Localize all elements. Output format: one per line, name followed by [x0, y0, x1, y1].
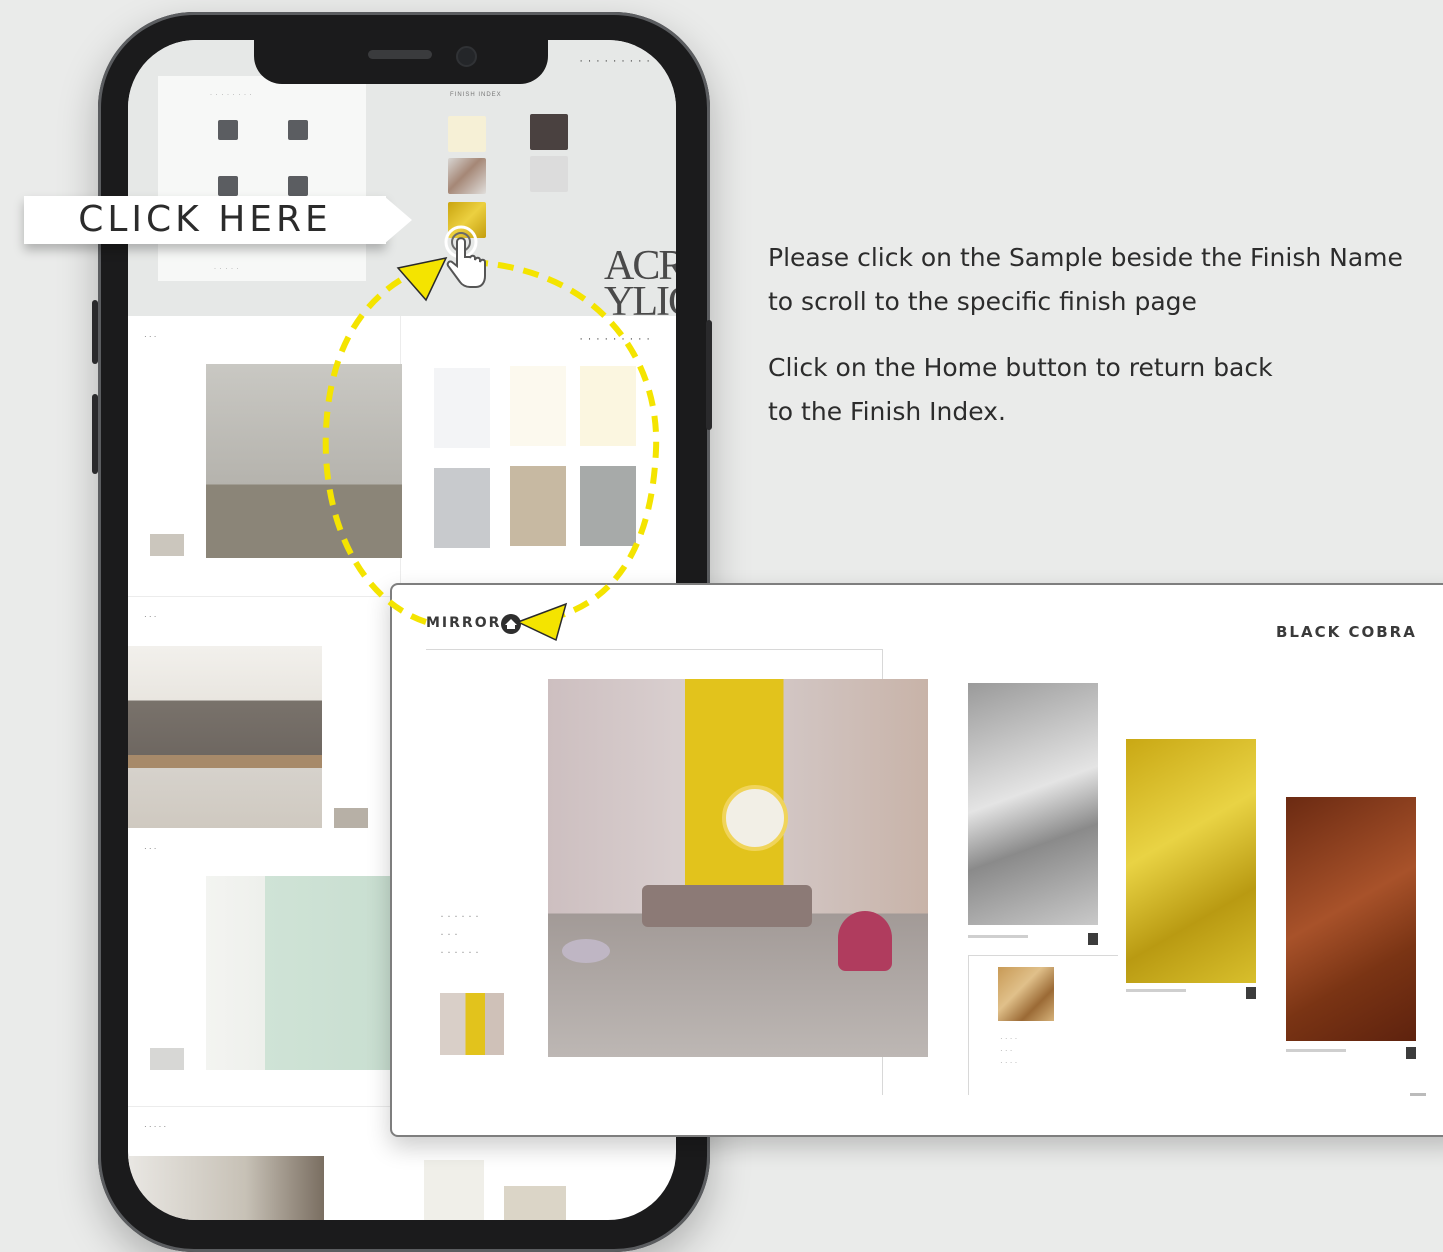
navigation-arrow-overlay	[322, 256, 660, 642]
dashed-arrow-right	[471, 259, 660, 621]
arrowhead-bottom	[516, 602, 568, 642]
tap-hand-icon	[444, 225, 486, 288]
dashed-arrow-left	[322, 265, 427, 625]
arrowhead-top	[396, 256, 448, 302]
